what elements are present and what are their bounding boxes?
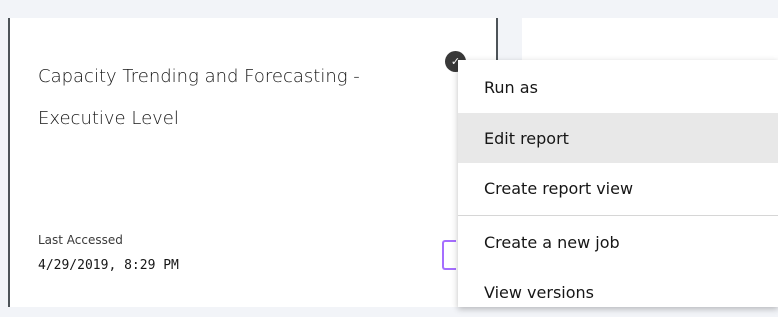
- report-icon: [442, 240, 456, 270]
- last-accessed-label: Last Accessed: [38, 233, 123, 247]
- menu-item-run-as[interactable]: Run as: [458, 62, 778, 112]
- menu-item-edit-report[interactable]: Edit report: [458, 113, 778, 163]
- report-title: Capacity Trending and Forecasting - Exec…: [38, 66, 360, 129]
- menu-item-create-new-job[interactable]: Create a new job: [458, 217, 778, 267]
- context-menu: Run as Edit report Create report view Cr…: [458, 60, 778, 307]
- last-accessed-date: 4/29/2019, 8:29 PM: [38, 258, 179, 273]
- menu-item-create-report-view[interactable]: Create report view: [458, 163, 778, 213]
- report-card[interactable]: Capacity Trending and Forecasting - Exec…: [8, 18, 498, 307]
- menu-item-view-versions[interactable]: View versions: [458, 267, 778, 317]
- menu-divider: [458, 215, 778, 216]
